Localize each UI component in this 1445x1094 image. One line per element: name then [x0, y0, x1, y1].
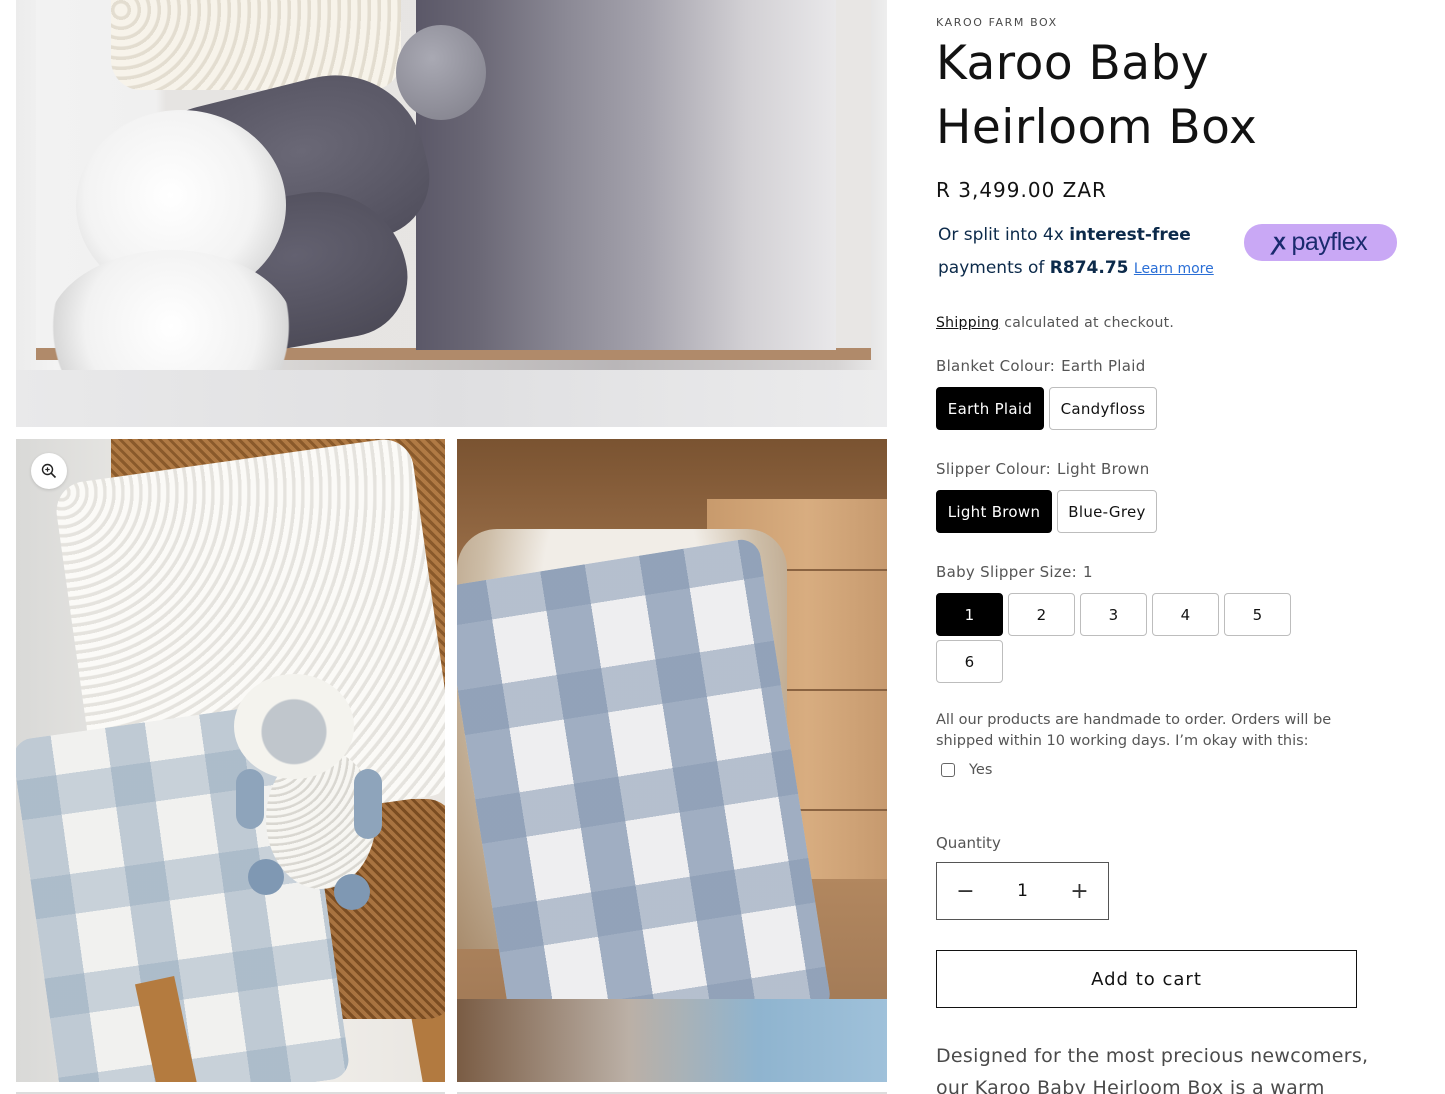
- payflex-logo-text: payflex: [1291, 228, 1368, 256]
- payflex-mark-icon: ꭗ: [1273, 229, 1286, 255]
- product-title: Karoo Baby Heirloom Box: [936, 36, 1258, 155]
- payflex-learn-more-link[interactable]: Learn more: [1134, 261, 1214, 277]
- payflex-widget: Or split into 4x interest-free payments …: [938, 219, 1238, 286]
- blanket-option-earth-plaid[interactable]: Earth Plaid: [936, 387, 1044, 430]
- handmade-agree-label: Yes: [969, 762, 993, 778]
- product-image-blanket-basket[interactable]: [457, 439, 887, 1082]
- handmade-agree-checkbox[interactable]: [941, 763, 955, 777]
- quantity-input[interactable]: 1: [994, 881, 1051, 901]
- quantity-increase-button[interactable]: +: [1051, 863, 1108, 919]
- payflex-installment-amount: R874.75: [1049, 258, 1129, 278]
- payflex-line1-prefix: Or split into 4x: [938, 225, 1070, 245]
- quantity-label: Quantity: [936, 834, 1001, 852]
- slipper-size-selected: 1: [1082, 563, 1093, 581]
- payflex-line2-prefix: payments of: [938, 258, 1050, 278]
- zoom-in-icon[interactable]: [31, 453, 67, 489]
- blanket-option-candyfloss[interactable]: Candyfloss: [1049, 387, 1157, 430]
- size-option-1[interactable]: 1: [936, 593, 1003, 636]
- payflex-line1-bold: interest-free: [1069, 225, 1191, 245]
- size-option-6[interactable]: 6: [936, 640, 1003, 683]
- product-vendor: KAROO FARM BOX: [936, 16, 1058, 29]
- slipper-size-label-text: Baby Slipper Size:: [936, 563, 1077, 581]
- slipper-colour-label: Slipper Colour: Light Brown: [936, 460, 1150, 478]
- blanket-colour-selected: Earth Plaid: [1061, 357, 1146, 375]
- size-option-3[interactable]: 3: [1080, 593, 1147, 636]
- shipping-link[interactable]: Shipping: [936, 315, 999, 331]
- quantity-decrease-button[interactable]: −: [937, 863, 994, 919]
- size-option-5[interactable]: 5: [1224, 593, 1291, 636]
- product-image-box-contents[interactable]: [16, 0, 887, 427]
- slipper-colour-selected: Light Brown: [1057, 460, 1150, 478]
- slipper-colour-label-text: Slipper Colour:: [936, 460, 1052, 478]
- handmade-agree-row[interactable]: Yes: [941, 762, 992, 778]
- size-option-2[interactable]: 2: [1008, 593, 1075, 636]
- blanket-colour-label-text: Blanket Colour:: [936, 357, 1056, 375]
- slipper-size-label: Baby Slipper Size: 1: [936, 563, 1093, 581]
- product-image-sheep-chair[interactable]: [16, 439, 445, 1082]
- shipping-text: calculated at checkout.: [999, 315, 1175, 331]
- slipper-option-light-brown[interactable]: Light Brown: [936, 490, 1052, 533]
- shipping-note: Shipping calculated at checkout.: [936, 315, 1174, 331]
- product-price: R 3,499.00 ZAR: [936, 178, 1107, 202]
- payflex-logo[interactable]: ꭗ payflex: [1244, 224, 1397, 261]
- product-gallery: [16, 0, 887, 1094]
- add-to-cart-button[interactable]: Add to cart: [936, 950, 1357, 1008]
- size-option-4[interactable]: 4: [1152, 593, 1219, 636]
- product-description: Designed for the most precious newcomers…: [936, 1045, 1369, 1094]
- blanket-colour-label: Blanket Colour: Earth Plaid: [936, 357, 1146, 375]
- slipper-option-blue-grey[interactable]: Blue-Grey: [1057, 490, 1157, 533]
- quantity-stepper: − 1 +: [936, 862, 1109, 920]
- handmade-notice: All our products are handmade to order. …: [936, 712, 1332, 749]
